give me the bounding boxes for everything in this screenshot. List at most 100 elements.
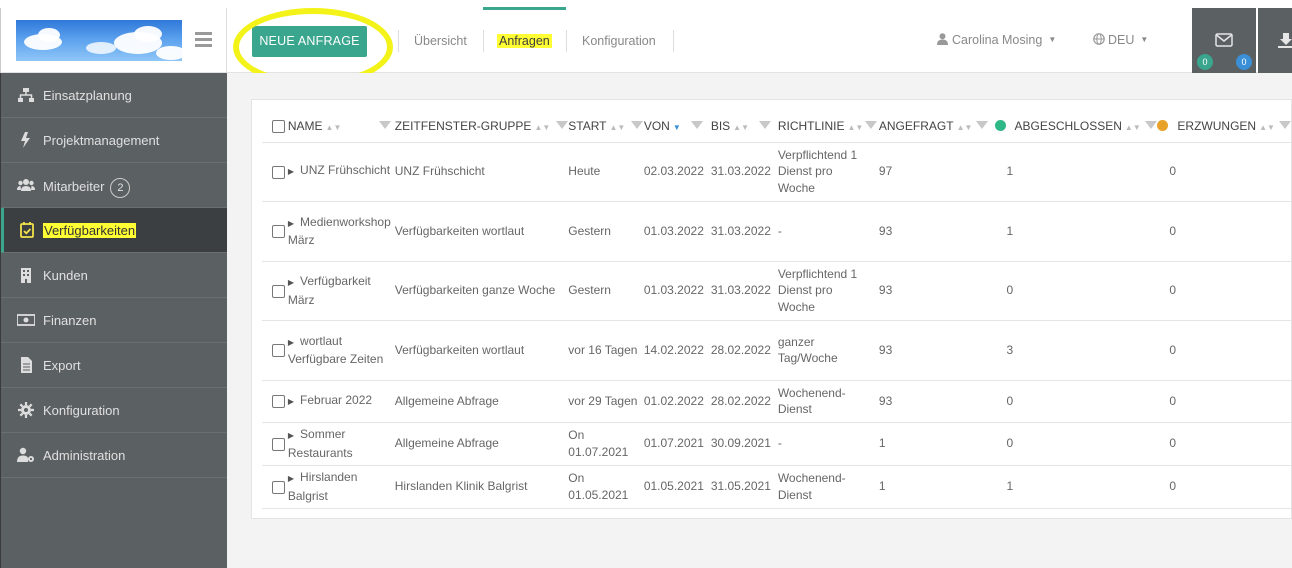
table-row[interactable]: ▶ Medienworkshop März Verfügbarkeiten wort…: [262, 201, 1291, 262]
sort-icon[interactable]: ▲▼: [534, 123, 550, 132]
file-icon: [21, 357, 32, 373]
column-header-abgeschlossen[interactable]: ABGESCHLOSSEN ▲▼: [994, 110, 1158, 143]
expand-icon[interactable]: ▶: [288, 431, 294, 440]
filter-icon[interactable]: [556, 120, 569, 129]
filter-icon[interactable]: [759, 120, 771, 129]
filter-icon[interactable]: [1144, 120, 1157, 129]
tab-overview[interactable]: Übersicht: [414, 34, 467, 48]
cell-abgeschlossen: 1: [994, 142, 1158, 202]
cell-value: On 01.05.2021: [568, 471, 629, 502]
status-dot-orange-icon: [1157, 119, 1169, 131]
cell-value: 31.03.2022: [710, 283, 771, 298]
cell-gruppe: Hirslanden Klinik Balgrist: [394, 465, 569, 509]
sidebar-item-projektmanagement[interactable]: Projektmanagement: [1, 118, 227, 163]
row-checkbox[interactable]: [272, 165, 285, 179]
sort-icon[interactable]: ▲▼: [1125, 123, 1141, 132]
filter-icon[interactable]: [690, 120, 703, 129]
cell-richtlinie: Wochenend-Dienst: [777, 380, 879, 423]
cell-value: 93: [878, 393, 893, 408]
select-all-checkbox[interactable]: [272, 119, 285, 133]
column-header-von[interactable]: VON ▼: [643, 110, 711, 143]
row-checkbox[interactable]: [272, 437, 285, 451]
filter-icon[interactable]: [379, 120, 392, 129]
filter-icon[interactable]: [1278, 120, 1291, 129]
cell-value: 01.05.2021: [643, 479, 704, 494]
sidebar-item-verfuegbarkeiten[interactable]: Verfügbarkeiten: [1, 208, 227, 253]
messages-badge: 0: [1197, 54, 1213, 70]
sort-icon[interactable]: ▲▼: [733, 123, 749, 132]
sidebar-item-export[interactable]: Export: [1, 343, 227, 388]
sort-icon[interactable]: ▲▼: [326, 123, 342, 132]
table-row[interactable]: ▶ Februar 2022 Allgemeine Abfrage vor 29 Ta…: [262, 380, 1291, 423]
logo-area: [0, 8, 227, 73]
sort-desc-icon[interactable]: ▼: [673, 123, 681, 132]
cell-von: 02.03.2022: [643, 142, 711, 202]
column-header-angefragt[interactable]: ANGEFRAGT ▲▼: [878, 110, 995, 143]
filter-icon[interactable]: [976, 120, 989, 129]
sidebar-item-kunden[interactable]: Kunden: [1, 253, 227, 298]
row-name[interactable]: Verfügbarkeit März: [288, 274, 371, 307]
cell-start: On 01.05.2021: [568, 465, 644, 509]
expand-icon[interactable]: ▶: [288, 474, 294, 483]
column-header-erzwungen[interactable]: ERZWUNGEN ▲▼: [1157, 110, 1291, 143]
column-header-name[interactable]: NAME ▲▼: [287, 110, 395, 143]
row-name[interactable]: UNZ Frühschicht: [300, 163, 390, 177]
filter-icon[interactable]: [865, 120, 878, 129]
logo-image[interactable]: [16, 20, 182, 61]
column-header-bis[interactable]: BIS ▲▼: [710, 110, 778, 143]
cell-value: 01.03.2022: [643, 223, 704, 238]
sort-icon[interactable]: ▲▼: [610, 123, 626, 132]
column-header-gruppe[interactable]: ZEITFENSTER-GRUPPE ▲▼: [394, 110, 569, 143]
tab-configuration[interactable]: Konfiguration: [582, 34, 656, 48]
expand-icon[interactable]: ▶: [288, 397, 294, 406]
row-checkbox[interactable]: [272, 225, 285, 239]
row-name[interactable]: Sommer Restaurants: [288, 427, 353, 460]
column-header-richtlinie[interactable]: RICHTLINIE ▲▼: [777, 110, 879, 143]
row-name[interactable]: Februar 2022: [300, 393, 372, 407]
sidebar-item-label: Administration: [43, 448, 126, 463]
language-menu[interactable]: DEU ▼: [1093, 33, 1148, 47]
top-strip: [0, 0, 1292, 8]
sidebar-item-konfiguration[interactable]: Konfiguration: [1, 388, 227, 433]
cell-von: 01.02.2022: [643, 380, 711, 423]
table-row[interactable]: ▶ Hirslanden Balgrist Hirslanden Klinik Ba…: [262, 465, 1291, 509]
table-row[interactable]: ▶ wortlaut Verfügbare Zeiten Verfügbarkeit…: [262, 320, 1291, 381]
menu-toggle-icon[interactable]: [195, 32, 212, 47]
bolt-icon: [21, 132, 30, 148]
row-checkbox[interactable]: [272, 344, 285, 358]
sidebar-item-label: Verfügbarkeiten: [43, 223, 137, 238]
expand-icon[interactable]: ▶: [288, 167, 294, 176]
tab-requests[interactable]: Anfragen: [497, 34, 552, 48]
cell-value: Verfügbarkeiten wortlaut: [394, 223, 525, 238]
sidebar-item-mitarbeiter[interactable]: Mitarbeiter 2: [1, 163, 227, 208]
expand-icon[interactable]: ▶: [288, 278, 294, 287]
envelope-icon: [1215, 33, 1233, 47]
column-header-start[interactable]: START ▲▼: [568, 110, 644, 143]
download-button[interactable]: [1258, 8, 1292, 73]
row-name[interactable]: Hirslanden Balgrist: [288, 470, 358, 503]
sidebar-item-label: Mitarbeiter: [43, 179, 105, 194]
row-checkbox[interactable]: [272, 395, 285, 409]
expand-icon[interactable]: ▶: [288, 219, 294, 228]
user-menu[interactable]: Carolina Mosing ▼: [937, 33, 1056, 47]
cell-value: 0: [1169, 164, 1177, 179]
filter-icon[interactable]: [631, 120, 644, 129]
row-checkbox[interactable]: [272, 480, 285, 494]
cell-value: 1: [1006, 479, 1014, 494]
table-row[interactable]: ▶ Verfügbarkeit März Verfügbarkeiten ganze…: [262, 261, 1291, 321]
cell-value: 97: [878, 164, 893, 179]
expand-icon[interactable]: ▶: [288, 338, 294, 347]
sort-icon[interactable]: ▲▼: [1259, 123, 1275, 132]
sort-icon[interactable]: ▲▼: [848, 123, 864, 132]
sort-icon[interactable]: ▲▼: [957, 123, 973, 132]
row-checkbox[interactable]: [272, 284, 285, 298]
row-name[interactable]: Medienworkshop März: [288, 215, 391, 248]
cell-abgeschlossen: 3: [994, 320, 1158, 381]
row-name[interactable]: wortlaut Verfügbare Zeiten: [288, 334, 383, 367]
table-row[interactable]: ▶ Sommer Restaurants Allgemeine Abfrage On …: [262, 422, 1291, 466]
sidebar-item-einsatzplanung[interactable]: Einsatzplanung: [1, 73, 227, 118]
sidebar-item-administration[interactable]: Administration: [1, 433, 227, 478]
sidebar-item-finanzen[interactable]: Finanzen: [1, 298, 227, 343]
messages-button[interactable]: 0 0: [1192, 8, 1256, 73]
table-row[interactable]: ▶ UNZ Frühschicht UNZ Frühschicht Heute 02.0…: [262, 142, 1291, 202]
